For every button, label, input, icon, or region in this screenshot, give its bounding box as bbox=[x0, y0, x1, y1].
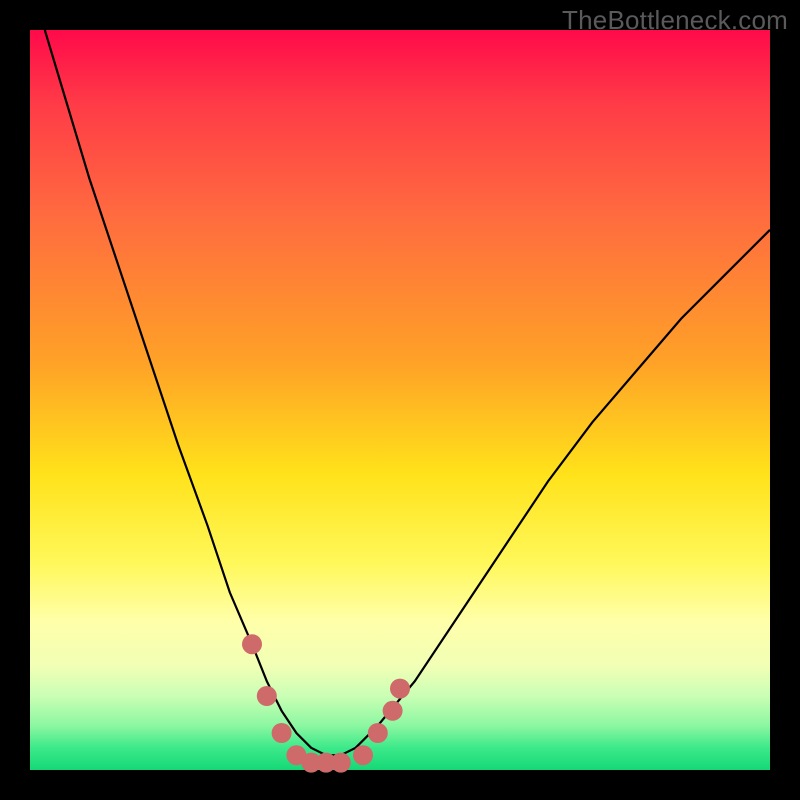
curve-svg bbox=[30, 30, 770, 770]
bottleneck-curve bbox=[45, 30, 770, 755]
marker-dot bbox=[390, 679, 410, 699]
chart-frame: TheBottleneck.com bbox=[0, 0, 800, 800]
watermark-text: TheBottleneck.com bbox=[562, 5, 788, 36]
plot-area bbox=[30, 30, 770, 770]
marker-dot bbox=[272, 723, 292, 743]
marker-dot bbox=[242, 634, 262, 654]
marker-dot bbox=[257, 686, 277, 706]
marker-dot bbox=[331, 753, 351, 773]
marker-dot bbox=[383, 701, 403, 721]
marker-dot bbox=[353, 745, 373, 765]
marker-dot bbox=[368, 723, 388, 743]
optimal-region-markers bbox=[242, 634, 410, 772]
